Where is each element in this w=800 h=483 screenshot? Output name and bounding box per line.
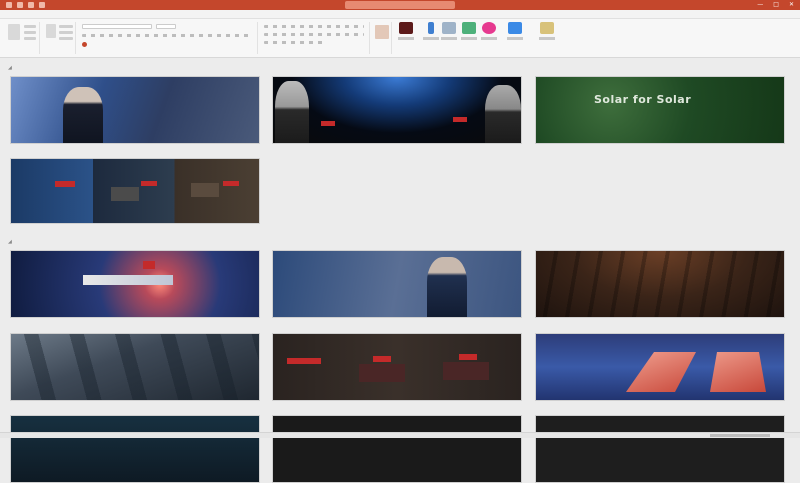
product-image-3 [191, 183, 219, 197]
search-box[interactable] [345, 1, 455, 9]
slide-thumbnail-10[interactable] [535, 333, 785, 401]
new-slide-icon[interactable] [46, 24, 56, 38]
window-controls: — □ ✕ [757, 1, 794, 8]
addin-button-4[interactable] [506, 22, 524, 44]
addin-5-icon [540, 22, 554, 34]
minimize-icon[interactable]: — [757, 1, 763, 8]
roof-pattern [536, 251, 784, 317]
reset-button[interactable] [59, 31, 73, 34]
dictate-button[interactable] [422, 22, 440, 44]
section-button[interactable] [59, 37, 73, 40]
slide-thumbnail-5[interactable] [10, 250, 260, 318]
addin-3-icon [482, 22, 496, 34]
autosave-icon[interactable] [6, 2, 12, 8]
microphone-icon [428, 22, 434, 34]
addin-button-2[interactable] [460, 22, 478, 44]
diagram-box-2 [359, 364, 405, 382]
red-accent [143, 261, 155, 269]
section-header-1[interactable]: ◢ [8, 64, 15, 72]
close-icon[interactable]: ✕ [789, 1, 794, 8]
building-pattern [11, 334, 259, 400]
calligraphy-title [83, 275, 173, 285]
font-family-select[interactable] [82, 24, 152, 29]
red-tag-3 [459, 354, 477, 360]
ribbon-tabs [0, 10, 800, 19]
font-size-select[interactable] [156, 24, 176, 29]
slide-thumbnail-7[interactable] [535, 250, 785, 318]
maximize-icon[interactable]: □ [773, 1, 779, 8]
addin-button-1[interactable] [440, 22, 458, 44]
clipboard-group [4, 22, 40, 54]
red-tag-left [321, 121, 335, 126]
font-group [78, 22, 258, 54]
slide-thumbnail-12[interactable] [272, 415, 522, 483]
zoom-slider[interactable] [710, 434, 770, 437]
slide-thumbnail-3[interactable]: Solar for Solar [535, 76, 785, 144]
slide-thumbnail-2[interactable] [272, 76, 522, 144]
paragraph-buttons-row1[interactable] [264, 25, 364, 28]
red-tag-1 [55, 181, 75, 187]
red-tag-2 [373, 356, 391, 362]
save-icon[interactable] [17, 2, 23, 8]
title-bar: — □ ✕ [0, 0, 800, 10]
chevron-down-icon: ◢ [8, 239, 12, 245]
track-graphic-right [710, 352, 766, 392]
red-tag-right [453, 117, 467, 122]
redo-icon[interactable] [39, 2, 45, 8]
paragraph-buttons-row2[interactable] [264, 33, 364, 36]
slide-thumbnail-9[interactable] [272, 333, 522, 401]
quick-access-toolbar [6, 2, 45, 8]
addin-4-icon [508, 22, 522, 34]
addin-button-3[interactable] [480, 22, 498, 44]
designer-icon [399, 22, 413, 34]
speaker-photo [63, 87, 103, 143]
diagram-box-3 [443, 362, 489, 380]
paste-icon[interactable] [8, 24, 20, 40]
portrait-right [485, 85, 521, 143]
red-tag-1 [287, 358, 321, 364]
ribbon [0, 19, 800, 58]
drawing-group [372, 22, 392, 54]
slides-group [42, 22, 76, 54]
slide-thumbnail-1[interactable] [10, 76, 260, 144]
slide-thumbnail-8[interactable] [10, 333, 260, 401]
speaker-photo [427, 257, 467, 317]
product-image-2 [111, 187, 139, 201]
font-format-buttons[interactable] [82, 34, 252, 37]
red-tag-2 [141, 181, 157, 186]
designer-button[interactable] [397, 22, 415, 44]
slide-thumbnail-13[interactable] [535, 415, 785, 483]
slide-thumbnail-4[interactable] [10, 158, 260, 224]
addin-2-icon [462, 22, 476, 34]
slide-thumbnail-6[interactable] [272, 250, 522, 318]
layout-button[interactable] [59, 25, 73, 28]
cut-button[interactable] [24, 25, 36, 28]
slide-title: Solar for Solar [594, 93, 692, 106]
red-tag-3 [223, 181, 239, 186]
track-graphic-left [626, 352, 696, 392]
chevron-down-icon: ◢ [8, 65, 12, 71]
addin-button-5[interactable] [538, 22, 556, 44]
shapes-icon[interactable] [375, 25, 389, 39]
paragraph-group [260, 22, 370, 54]
slide-thumbnail-11[interactable] [10, 415, 260, 483]
copy-button[interactable] [24, 31, 36, 34]
format-painter-button[interactable] [24, 37, 36, 40]
portrait-left [275, 81, 309, 143]
status-bar [0, 432, 800, 438]
section-header-2[interactable]: ◢ [8, 238, 15, 246]
undo-icon[interactable] [28, 2, 34, 8]
addin-1-icon [442, 22, 456, 34]
paragraph-buttons-row3[interactable] [264, 41, 324, 44]
font-color-icon[interactable] [82, 42, 87, 47]
